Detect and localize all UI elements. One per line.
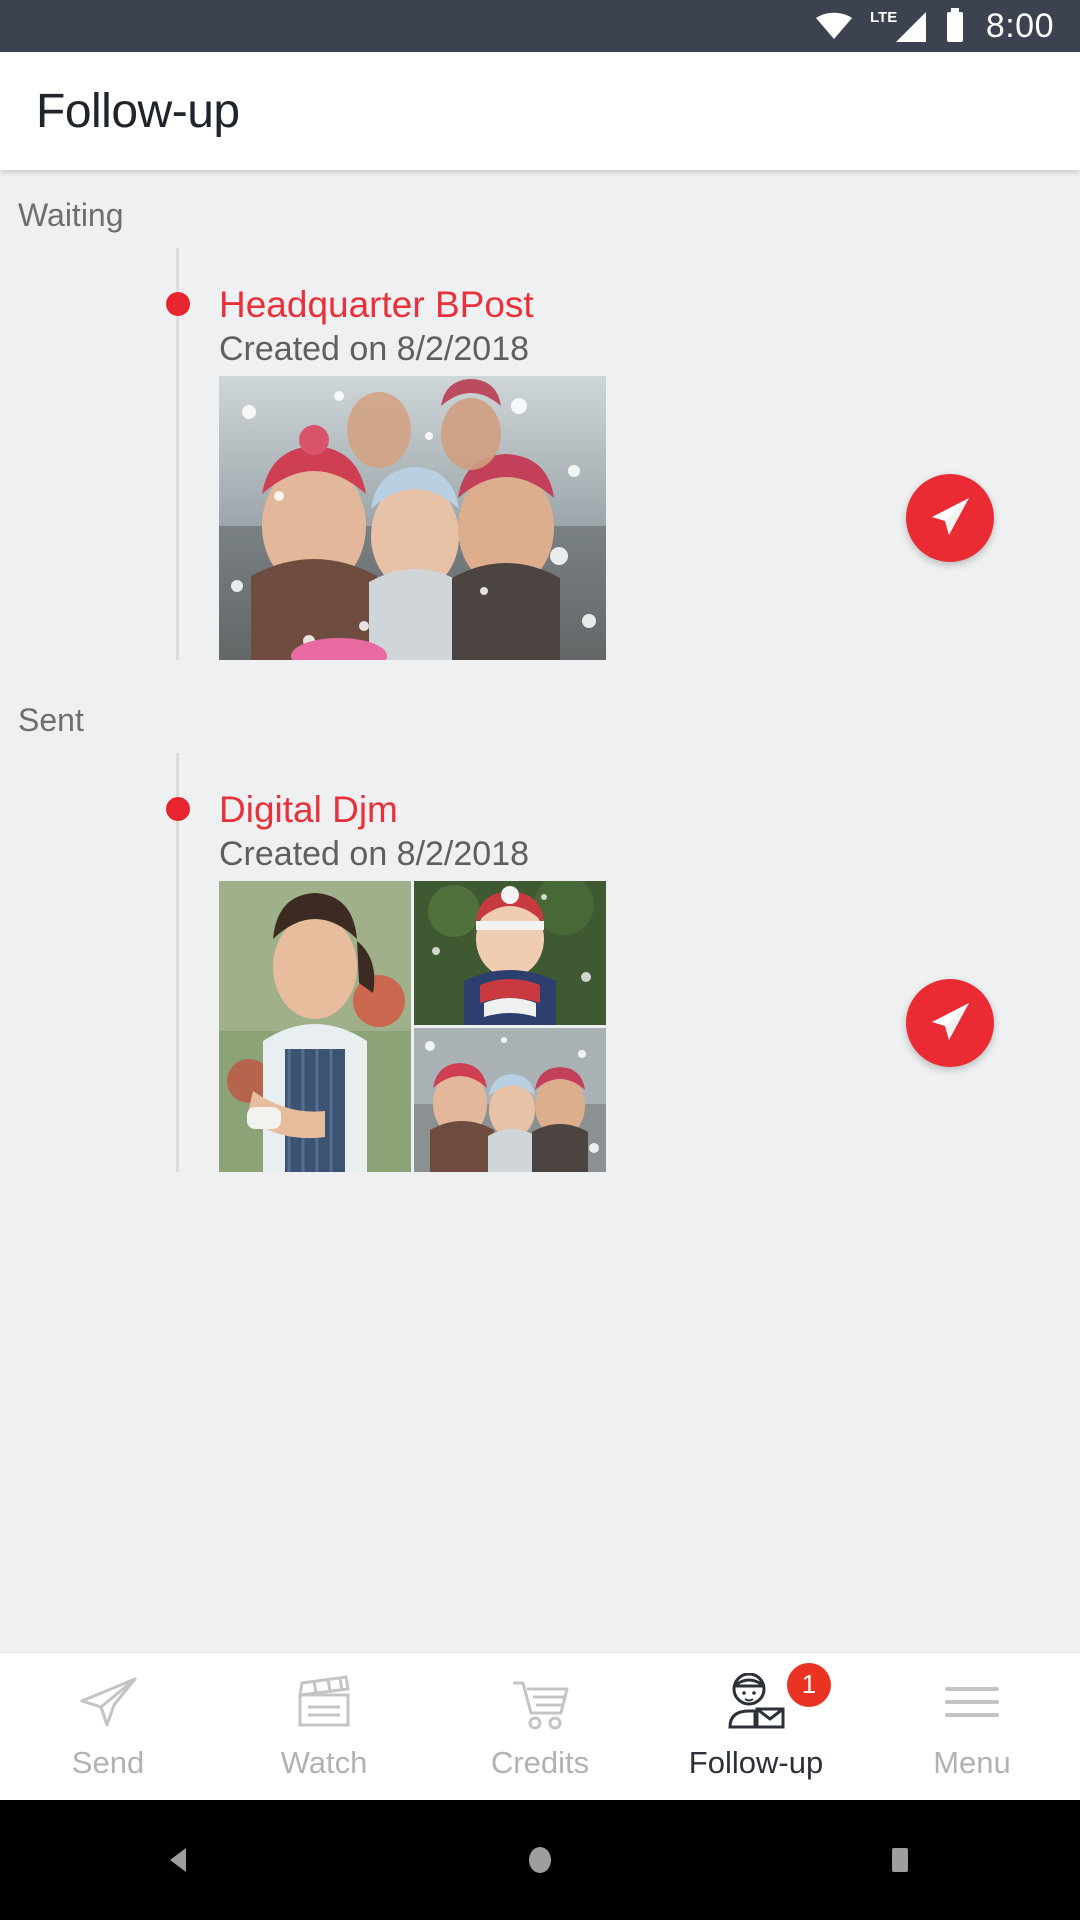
collage-right-column: [414, 881, 606, 1172]
nav-item-menu[interactable]: Menu: [864, 1653, 1080, 1800]
nav-label: Follow-up: [688, 1744, 824, 1780]
home-button[interactable]: [480, 1800, 600, 1920]
nav-item-send[interactable]: Send: [0, 1653, 216, 1800]
status-time: 8:00: [985, 6, 1054, 45]
send-entry-button[interactable]: [906, 474, 994, 562]
nav-item-watch[interactable]: Watch: [216, 1653, 432, 1800]
wifi-icon: [814, 11, 854, 41]
nav-label: Watch: [280, 1744, 368, 1780]
cellular-signal-icon: LTE: [870, 8, 928, 44]
nav-item-credits[interactable]: Credits: [432, 1653, 648, 1800]
app-root: LTE 8:00 Follow-up Waiting Headquarter B…: [0, 0, 1080, 1920]
send-icon: [925, 996, 975, 1051]
send-icon: [925, 491, 975, 546]
shopping-cart-icon: [509, 1673, 571, 1731]
send-entry-button[interactable]: [906, 979, 994, 1067]
section-header-sent: Sent: [18, 702, 84, 738]
paper-plane-icon: [77, 1673, 139, 1731]
entry-date: Created on 8/2/2018: [219, 330, 530, 368]
entry-title[interactable]: Digital Djm: [219, 789, 398, 831]
nav-label: Send: [71, 1744, 145, 1780]
collage-image-3: [414, 1028, 606, 1172]
recents-button[interactable]: [840, 1800, 960, 1920]
nav-item-follow-up[interactable]: 1 Follow-up: [648, 1653, 864, 1800]
back-button[interactable]: [120, 1800, 240, 1920]
entry-thumbnail-collage[interactable]: [219, 881, 606, 1172]
hamburger-menu-icon: [941, 1673, 1003, 1731]
collage-image-2: [414, 881, 606, 1025]
nav-label: Credits: [490, 1744, 590, 1780]
entry-date: Created on 8/2/2018: [219, 835, 530, 873]
follow-up-badge: 1: [787, 1662, 831, 1707]
status-bar: LTE 8:00: [0, 0, 1080, 52]
postman-mail-icon: 1: [725, 1662, 831, 1731]
clapperboard-icon: [294, 1673, 354, 1731]
bottom-navigation: Send Watch Credits 1 Follow-up Menu: [0, 1652, 1080, 1800]
timeline-dot: [166, 292, 190, 316]
app-bar: Follow-up: [0, 52, 1080, 170]
android-navigation-bar: [0, 1800, 1080, 1920]
followup-list[interactable]: Waiting Headquarter BPost Created on 8/2…: [0, 170, 1080, 1652]
entry-title[interactable]: Headquarter BPost: [219, 284, 534, 326]
section-header-waiting: Waiting: [18, 197, 124, 233]
entry-thumbnail[interactable]: [219, 376, 606, 660]
page-title: Follow-up: [36, 84, 240, 138]
collage-image-1: [219, 881, 411, 1172]
svg-text:LTE: LTE: [870, 9, 897, 26]
timeline-dot: [166, 797, 190, 821]
nav-label: Menu: [933, 1744, 1011, 1780]
battery-icon: [944, 8, 966, 44]
